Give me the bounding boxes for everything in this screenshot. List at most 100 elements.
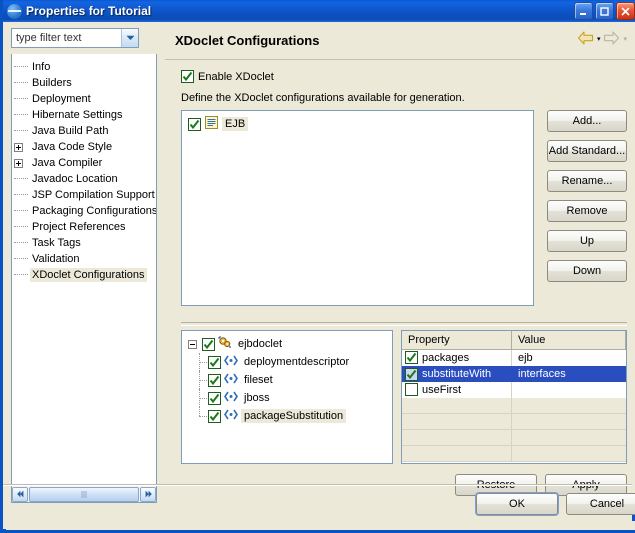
remove-button[interactable]: Remove [547,200,627,222]
jboss-checkbox[interactable] [208,391,221,405]
tree-connector [192,371,208,389]
sidebar-item-label: Hibernate Settings [32,109,123,121]
tree-connector [14,91,30,107]
tree-connector [14,235,30,251]
close-button[interactable] [616,2,635,20]
navigation-icons: ▾ ▾ [577,31,627,48]
property-value[interactable]: ejb [512,350,626,366]
row-checkbox[interactable] [405,383,418,396]
table-row[interactable] [402,445,626,462]
sidebar-item-hibernate-settings[interactable]: Hibernate Settings [12,107,156,123]
tree-connector [14,123,30,139]
tag-icon [224,355,238,369]
sidebar-item-validation[interactable]: Validation [12,251,156,267]
table-row[interactable] [402,429,626,446]
tree-item-deploymentdescriptor[interactable]: deploymentdescriptor [182,353,392,371]
sidebar-item-jsp-compilation-support[interactable]: JSP Compilation Support [12,187,156,203]
eclipse-globe-icon [7,3,22,19]
row-checkbox[interactable] [405,351,418,364]
sidebar-item-info[interactable]: Info [12,59,156,75]
sidebar-item-label: Deployment [32,93,91,105]
tree-item-label: packageSubstitution [241,409,347,423]
sidebar-item-deployment[interactable]: Deployment [12,91,156,107]
config-document-icon [205,116,218,132]
page-title: XDoclet Configurations [175,33,320,48]
config-item-checkbox[interactable] [188,117,201,131]
table-row[interactable]: packages ejb [402,349,626,366]
properties-dialog: Properties for Tutorial type filter text [0,0,635,533]
chevron-down-icon[interactable] [121,29,138,47]
sidebar-item-packaging-configurations[interactable]: Packaging Configurations [12,203,156,219]
sidebar-item-javadoc-location[interactable]: Javadoc Location [12,171,156,187]
deploymentdescriptor-checkbox[interactable] [208,355,221,369]
table-row[interactable]: substituteWith interfaces [402,366,626,382]
tree-connector [14,107,30,123]
page-header: XDoclet Configurations ▾ ▾ [165,22,635,60]
property-value[interactable]: interfaces [512,366,626,382]
filter-combo[interactable]: type filter text [11,28,139,48]
table-row[interactable] [402,397,626,414]
page-description: Define the XDoclet configurations availa… [181,92,465,104]
status-strip [6,521,635,530]
add-standard-button[interactable]: Add Standard... [547,140,627,162]
tag-icon [224,373,238,387]
tree-connector [192,389,208,407]
sidebar-item-label: Validation [32,253,80,265]
tree-item-jboss[interactable]: jboss [182,389,392,407]
settings-tree[interactable]: Info Builders Deployment Hibernate Setti… [11,54,157,486]
ok-button[interactable]: OK [475,492,559,516]
horizontal-sash[interactable] [181,322,627,326]
xdoclet-config-list[interactable]: EJB [181,110,534,306]
tree-item-label: jboss [244,392,270,404]
down-button[interactable]: Down [547,260,627,282]
list-item[interactable]: EJB [182,115,533,133]
property-table[interactable]: Property Value packages ejb substituteWi… [401,330,627,464]
config-item-label: EJB [222,117,249,131]
fileset-checkbox[interactable] [208,373,221,387]
back-dropdown-caret-icon[interactable]: ▾ [597,36,601,43]
title-bar[interactable]: Properties for Tutorial [3,0,635,22]
sidebar-item-project-references[interactable]: Project References [12,219,156,235]
sidebar-item-label: Info [32,61,51,73]
packagesubstitution-checkbox[interactable] [208,409,221,423]
sidebar-item-java-build-path[interactable]: Java Build Path [12,123,156,139]
doclet-subtask-tree[interactable]: ejbdoclet deploymentdescriptor fileset j… [181,330,393,464]
property-value[interactable] [512,382,626,398]
window-title: Properties for Tutorial [26,4,152,18]
table-row[interactable]: useFirst [402,381,626,398]
up-button[interactable]: Up [547,230,627,252]
rename-button[interactable]: Rename... [547,170,627,192]
column-header-value[interactable]: Value [512,331,626,349]
sidebar-item-label: Java Compiler [32,157,103,169]
tree-item-packagesubstitution[interactable]: packageSubstitution [182,407,392,425]
sidebar-item-label: Java Build Path [32,125,109,137]
property-name: useFirst [422,383,462,396]
config-action-buttons: Add... Add Standard... Rename... Remove … [547,110,627,290]
sidebar-item-java-code-style[interactable]: Java Code Style [12,139,156,155]
ejbdoclet-checkbox[interactable] [202,337,215,351]
add-button[interactable]: Add... [547,110,627,132]
tree-item-fileset[interactable]: fileset [182,371,392,389]
maximize-button[interactable] [595,2,614,20]
tree-item-ejbdoclet[interactable]: ejbdoclet [182,335,392,353]
minimize-button[interactable] [574,2,593,20]
sidebar-item-xdoclet-configurations[interactable]: XDoclet Configurations [12,267,156,283]
sidebar-item-task-tags[interactable]: Task Tags [12,235,156,251]
collapse-minus-icon[interactable] [188,339,197,349]
expand-plus-icon[interactable] [14,155,30,171]
expand-plus-icon[interactable] [14,139,30,155]
table-header: Property Value [402,331,626,350]
sidebar-item-java-compiler[interactable]: Java Compiler [12,155,156,171]
enable-xdoclet-row[interactable]: Enable XDoclet [181,70,274,83]
tree-connector [14,203,30,219]
back-arrow-icon[interactable] [577,31,594,48]
column-header-property[interactable]: Property [402,331,512,349]
tree-connector [14,251,30,267]
table-row[interactable] [402,413,626,430]
enable-xdoclet-checkbox[interactable] [181,70,194,83]
row-checkbox[interactable] [405,367,418,381]
cancel-button[interactable]: Cancel [566,493,635,515]
tree-connector [192,407,208,425]
sidebar-item-builders[interactable]: Builders [12,75,156,91]
filter-input[interactable]: type filter text [12,32,121,44]
